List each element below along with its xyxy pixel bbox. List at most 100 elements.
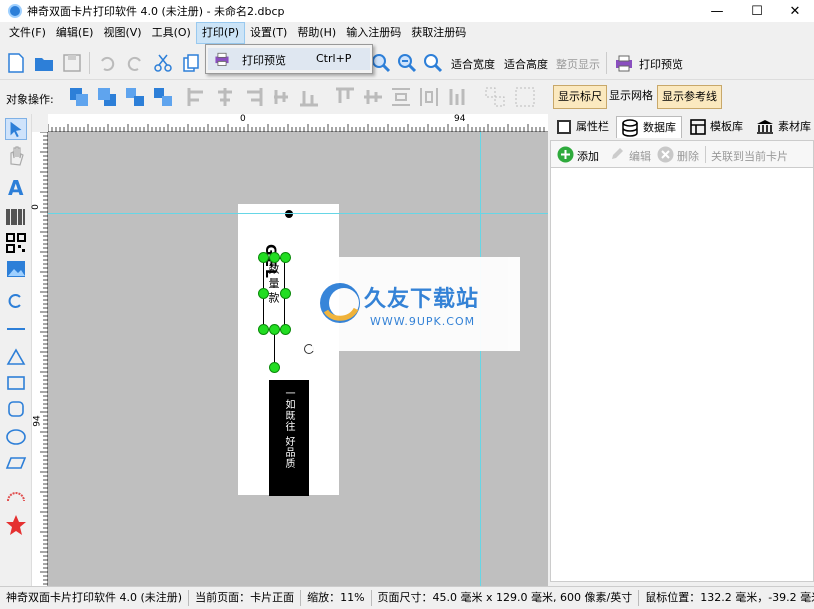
add-icon[interactable] — [557, 146, 574, 163]
hand-pan-icon[interactable] — [5, 144, 27, 166]
arc-tool-icon[interactable] — [5, 290, 27, 312]
align-right-icon[interactable] — [242, 86, 264, 108]
edit-button[interactable]: 编辑 — [629, 148, 651, 164]
align-top-icon[interactable] — [334, 86, 356, 108]
rotation-handle[interactable] — [269, 362, 280, 373]
menu-help[interactable]: 帮助(H) — [292, 22, 341, 44]
menu-tools[interactable]: 工具(O) — [147, 22, 196, 44]
rotation-handle-line — [274, 330, 275, 366]
align-left-icon[interactable] — [186, 86, 208, 108]
window-title: 神奇双面卡片打印软件 4.0 (未注册) - 未命名2.dbcp — [27, 5, 285, 18]
tab-database[interactable]: 数据库 — [616, 116, 682, 138]
database-toolbar: 添加 编辑 删除 关联到当前卡片 — [550, 140, 814, 168]
show-grid-toggle[interactable]: 显示网格 — [605, 85, 657, 109]
vertical-ruler: 0 94 — [30, 132, 48, 586]
align-bottom-icon[interactable] — [298, 86, 320, 108]
qrcode-icon[interactable] — [5, 232, 27, 254]
bring-front-icon[interactable] — [68, 86, 90, 108]
link-to-card-button[interactable]: 关联到当前卡片 — [711, 148, 788, 164]
send-backward-icon[interactable] — [152, 86, 174, 108]
right-panel: 属性栏 数据库 模板库 素材库 添加 编辑 删除 关联到当前卡片 — [550, 114, 814, 586]
ruler-ticks — [40, 132, 48, 585]
group-icon[interactable] — [484, 86, 506, 108]
ungroup-icon[interactable] — [514, 86, 536, 108]
guide-line-horizontal[interactable] — [48, 213, 548, 214]
distribute-h-icon[interactable] — [418, 86, 440, 108]
copy-icon[interactable] — [180, 52, 202, 74]
resize-handle[interactable] — [258, 324, 269, 335]
tab-properties[interactable]: 属性栏 — [552, 116, 614, 138]
show-guides-toggle[interactable]: 显示参考线 — [657, 85, 722, 109]
text-tool-icon[interactable]: A — [5, 176, 27, 198]
database-list[interactable] — [550, 168, 814, 582]
resize-handle[interactable] — [269, 252, 280, 263]
cut-icon[interactable] — [152, 52, 174, 74]
new-file-icon[interactable] — [5, 52, 27, 74]
close-button[interactable]: ✕ — [776, 0, 814, 22]
ellipse-tool-icon[interactable] — [5, 426, 27, 448]
show-ruler-toggle[interactable]: 显示标尺 — [553, 85, 607, 109]
parallelogram-tool-icon[interactable] — [5, 452, 27, 474]
edit-pencil-icon[interactable] — [609, 146, 625, 162]
full-page-button[interactable]: 整页显示 — [556, 56, 600, 72]
print-preview-button[interactable]: 打印预览 — [639, 56, 683, 72]
fit-width-button[interactable]: 适合宽度 — [451, 56, 495, 72]
resize-handle[interactable] — [280, 252, 291, 263]
open-folder-icon[interactable] — [33, 52, 55, 74]
gauge-tool-icon[interactable] — [5, 486, 27, 508]
slogan-band[interactable]: 一如既往 好品质 — [269, 380, 309, 496]
maximize-button[interactable]: ☐ — [738, 0, 776, 22]
rounded-rect-tool-icon[interactable] — [5, 398, 27, 420]
resize-handle[interactable] — [258, 288, 269, 299]
redo-icon[interactable] — [124, 52, 146, 74]
menu-edit[interactable]: 编辑(E) — [51, 22, 99, 44]
undo-icon[interactable] — [96, 52, 118, 74]
align-hcenter-icon[interactable] — [270, 86, 292, 108]
zoom-in-icon[interactable] — [370, 52, 392, 74]
align-vcenter-icon[interactable] — [362, 86, 384, 108]
ruler-label-zero: 0 — [30, 204, 41, 210]
rectangle-tool-icon[interactable] — [5, 372, 27, 394]
menu-settings[interactable]: 设置(T) — [245, 22, 292, 44]
tab-templates[interactable]: 模板库 — [686, 116, 748, 138]
tab-materials[interactable]: 素材库 — [752, 116, 814, 138]
line-tool-icon[interactable] — [5, 318, 27, 340]
minimize-button[interactable]: — — [698, 0, 736, 22]
send-back-icon[interactable] — [96, 86, 118, 108]
add-button[interactable]: 添加 — [577, 148, 599, 164]
tab-database-label: 数据库 — [643, 120, 676, 134]
watermark-url: WWW.9UPK.COM — [370, 315, 476, 328]
guide-line-vertical[interactable] — [480, 132, 481, 586]
select-arrow-icon[interactable] — [5, 118, 27, 140]
fit-height-button[interactable]: 适合高度 — [504, 56, 548, 72]
ruler-label-zero: 0 — [240, 114, 246, 124]
menu-view[interactable]: 视图(V) — [98, 22, 146, 44]
bring-forward-icon[interactable] — [124, 86, 146, 108]
distribute-v-icon[interactable] — [390, 86, 412, 108]
delete-icon[interactable] — [657, 146, 674, 163]
menu-file[interactable]: 文件(F) — [4, 22, 51, 44]
design-canvas[interactable]: GEL 数 量 款 一如既往 好品质 — [48, 132, 548, 586]
template-icon — [690, 119, 706, 135]
resize-handle[interactable] — [269, 324, 280, 335]
align-center-icon[interactable] — [214, 86, 236, 108]
zoom-fit-icon[interactable] — [422, 52, 444, 74]
resize-handle[interactable] — [280, 288, 291, 299]
zoom-out-icon[interactable] — [396, 52, 418, 74]
triangle-tool-icon[interactable] — [5, 346, 27, 368]
menu-print[interactable]: 打印(P) — [195, 22, 246, 44]
image-tool-icon[interactable] — [5, 258, 27, 280]
printer-icon[interactable] — [613, 52, 635, 74]
menu-get-regcode[interactable]: 获取注册码 — [406, 22, 471, 44]
menu-bar: 文件(F) 编辑(E) 视图(V) 工具(O) 打印(P) 设置(T) 帮助(H… — [0, 22, 814, 44]
print-preview-menu-item[interactable]: 打印预览 Ctrl+P — [208, 48, 370, 70]
delete-button[interactable]: 删除 — [677, 148, 699, 164]
save-icon[interactable] — [61, 52, 83, 74]
resize-handle[interactable] — [280, 324, 291, 335]
same-height-icon[interactable] — [446, 86, 468, 108]
star-tool-icon[interactable] — [5, 514, 27, 536]
watermark-overlay: 久友下载站 WWW.9UPK.COM — [312, 257, 520, 351]
menu-enter-regcode[interactable]: 输入注册码 — [341, 22, 406, 44]
resize-handle[interactable] — [258, 252, 269, 263]
barcode-icon[interactable] — [5, 206, 27, 228]
